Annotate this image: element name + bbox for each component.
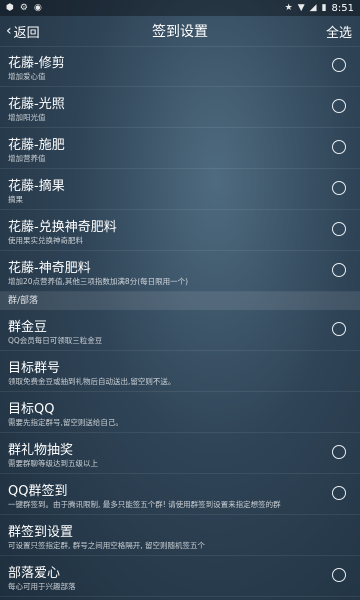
setting-subtitle: 摘果 [8,195,23,204]
setting-row[interactable]: 花藤-光照 增加阳光值 [0,87,360,128]
setting-row[interactable]: 目标QQ 需要先指定群号,留空则送给自己。 [0,392,360,433]
section-header-group: 群/部落 [0,292,360,310]
setting-subtitle: 增加营养值 [8,154,46,163]
app-header: ‹ 返回 签到设置 全选 [0,16,360,47]
settings-list: 花藤-修剪 增加爱心值 花藤-光照 增加阳光值 花藤-施肥 增加营养值 花藤-摘果 摘果 花藤-… [0,46,360,597]
setting-row[interactable]: 花藤-神奇肥料 增加20点营养值,其他三项指数加满8分(每日限用一个) [0,251,360,292]
status-left-icons: ⬢ ⚙ ◉ [6,3,42,13]
chevron-left-icon: ‹ [6,23,12,39]
radio-button[interactable] [332,222,346,236]
radio-button[interactable] [332,140,346,154]
setting-row[interactable]: 花藤-兑换神奇肥料 使用果实兑换神奇肥料 [0,210,360,251]
setting-title: 花藤-光照 [8,97,65,112]
setting-subtitle: 需要先指定群号,留空则送给自己。 [8,418,123,427]
radio-button[interactable] [332,322,346,336]
setting-subtitle: 每心可用于兴趣部落 [8,582,76,591]
setting-title: 群礼物抽奖 [8,443,74,458]
notification-icon: ⬢ [6,3,14,13]
setting-title: QQ群签到 [8,484,68,499]
setting-subtitle: QQ会员每日可领取三粒金豆 [8,336,103,345]
setting-title: 花藤-修剪 [8,56,65,71]
radio-button[interactable] [332,99,346,113]
setting-title: 群签到设置 [8,525,74,540]
setting-subtitle: 使用果实兑换神奇肥料 [8,236,83,245]
setting-row[interactable]: 花藤-摘果 摘果 [0,169,360,210]
radio-button[interactable] [332,263,346,277]
setting-title: 部落爱心 [8,566,61,581]
setting-title: 花藤-兑换神奇肥料 [8,220,117,235]
setting-title: 花藤-神奇肥料 [8,261,91,276]
setting-subtitle: 需要群聊等级达到五级以上 [8,459,98,468]
setting-subtitle: 一键群签到。由于腾讯限制, 最多只能签五个群! 请使用群签到设置来指定想签的群 [8,500,281,509]
star-icon: ★ [284,3,293,13]
status-bar: ⬢ ⚙ ◉ ★ ▼ ◢ ▮ 8:51 [0,0,360,16]
wifi-icon: ▼ [297,3,305,13]
setting-subtitle: 增加爱心值 [8,72,46,81]
setting-row[interactable]: 群金豆 QQ会员每日可领取三粒金豆 [0,310,360,351]
setting-row[interactable]: 目标群号 领取免费金豆或抽到礼物后自动送出,留空则不送。 [0,351,360,392]
sync-icon: ◉ [33,3,42,13]
setting-title: 花藤-摘果 [8,179,65,194]
settings-icon: ⚙ [19,3,28,13]
radio-button[interactable] [332,58,346,72]
setting-title: 目标QQ [8,402,55,417]
battery-icon: ▮ [321,3,327,13]
clock: 8:51 [331,2,354,14]
setting-title: 目标群号 [8,361,61,376]
setting-row[interactable]: 花藤-施肥 增加营养值 [0,128,360,169]
plant-settings-group: 花藤-修剪 增加爱心值 花藤-光照 增加阳光值 花藤-施肥 增加营养值 花藤-摘果 摘果 花藤-… [0,46,360,292]
group-settings-group: 群金豆 QQ会员每日可领取三粒金豆 目标群号 领取免费金豆或抽到礼物后自动送出,留空则… [0,310,360,597]
setting-title: 花藤-施肥 [8,138,65,153]
radio-button[interactable] [332,568,346,582]
setting-title: 群金豆 [8,320,48,335]
setting-subtitle: 领取免费金豆或抽到礼物后自动送出,留空则不送。 [8,377,176,386]
setting-row[interactable]: 花藤-修剪 增加爱心值 [0,46,360,87]
radio-button[interactable] [332,486,346,500]
page-title: 签到设置 [152,24,208,40]
setting-subtitle: 可设置只签指定群, 群号之间用空格隔开, 留空则随机签五个 [8,541,206,550]
back-button[interactable]: ‹ 返回 [6,16,40,46]
select-all-button[interactable]: 全选 [326,16,352,46]
setting-row[interactable]: 群签到设置 可设置只签指定群, 群号之间用空格隔开, 留空则随机签五个 [0,515,360,556]
setting-row[interactable]: QQ群签到 一键群签到。由于腾讯限制, 最多只能签五个群! 请使用群签到设置来指定… [0,474,360,515]
setting-row[interactable]: 群礼物抽奖 需要群聊等级达到五级以上 [0,433,360,474]
radio-button[interactable] [332,445,346,459]
back-label: 返回 [13,25,40,41]
status-right-icons: ★ ▼ ◢ ▮ 8:51 [285,3,354,14]
setting-subtitle: 增加阳光值 [8,113,46,122]
setting-subtitle: 增加20点营养值,其他三项指数加满8分(每日限用一个) [8,277,189,286]
signal-icon: ◢ [309,3,317,13]
setting-row[interactable]: 部落爱心 每心可用于兴趣部落 [0,556,360,597]
radio-button[interactable] [332,181,346,195]
